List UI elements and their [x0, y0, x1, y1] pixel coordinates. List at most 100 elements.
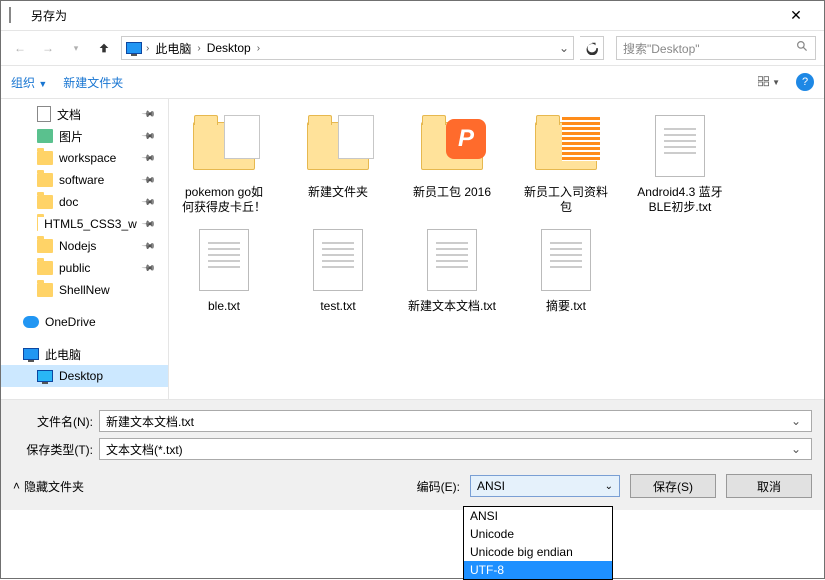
pin-icon: 📌: [141, 150, 157, 166]
file-item[interactable]: pokemon go如何获得皮卡丘！: [179, 111, 269, 215]
chevron-right-icon[interactable]: ›: [197, 43, 200, 54]
folder-icon: [37, 173, 53, 187]
encoding-option[interactable]: UTF-8: [464, 561, 612, 579]
view-icon[interactable]: ▼: [758, 71, 780, 93]
sidebar-item[interactable]: 图片 📌: [1, 125, 168, 147]
file-label: Android4.3 蓝牙BLE初步.txt: [635, 185, 725, 215]
encoding-label: 编码(E):: [417, 478, 460, 495]
desktop-icon: [37, 370, 53, 382]
sidebar-item[interactable]: doc📌: [1, 191, 168, 213]
address-bar[interactable]: › 此电脑 › Desktop › ⌄: [121, 36, 574, 60]
search-icon: [796, 40, 809, 56]
file-label: test.txt: [320, 299, 355, 314]
filetype-select[interactable]: 文本文档(*.txt) ⌄: [99, 438, 812, 460]
encoding-option[interactable]: Unicode big endian: [464, 543, 612, 561]
sidebar-desktop[interactable]: Desktop: [1, 365, 168, 387]
forward-icon: →: [37, 37, 59, 59]
encoding-select[interactable]: ANSI ⌄: [470, 475, 620, 497]
sidebar-item-label: HTML5_CSS3_w: [44, 217, 137, 231]
file-item[interactable]: 新员工包 2016: [407, 111, 497, 215]
file-label: ble.txt: [208, 299, 240, 314]
sidebar-item[interactable]: HTML5_CSS3_w📌: [1, 213, 168, 235]
pin-icon: 📌: [141, 128, 157, 144]
text-file-icon: [199, 229, 249, 291]
encoding-dropdown[interactable]: ANSIUnicodeUnicode big endianUTF-8: [463, 506, 613, 580]
file-pane[interactable]: pokemon go如何获得皮卡丘！ 新建文件夹 新员工包 2016 新员工入司资料包…: [169, 99, 824, 399]
back-icon[interactable]: ←: [9, 37, 31, 59]
folder-icon: [535, 122, 597, 170]
folder-icon: [307, 122, 369, 170]
sidebar-item[interactable]: workspace📌: [1, 147, 168, 169]
file-item[interactable]: Android4.3 蓝牙BLE初步.txt: [635, 111, 725, 215]
pin-icon: 📌: [141, 172, 157, 188]
file-label: 新建文件夹: [308, 185, 368, 200]
sidebar-item-label: 文档: [57, 106, 81, 123]
hide-folders-button[interactable]: ˄ 隐藏文件夹: [13, 478, 84, 495]
up-icon[interactable]: [93, 37, 115, 59]
titlebar: 另存为 ✕: [1, 1, 824, 31]
save-button[interactable]: 保存(S): [630, 474, 716, 498]
sidebar-this-pc[interactable]: 此电脑: [1, 343, 168, 365]
pin-icon: 📌: [141, 194, 157, 210]
file-label: 摘要.txt: [546, 299, 586, 314]
chevron-down-icon[interactable]: ⌄: [787, 414, 805, 428]
file-item[interactable]: 新建文本文档.txt: [407, 225, 497, 314]
cancel-button[interactable]: 取消: [726, 474, 812, 498]
sidebar-item-label: OneDrive: [45, 315, 96, 329]
sidebar-onedrive[interactable]: OneDrive: [1, 311, 168, 333]
new-folder-button[interactable]: 新建文件夹: [63, 74, 123, 91]
folder-icon: [37, 217, 38, 231]
toolbar: 组织 ▼ 新建文件夹 ▼ ?: [1, 65, 824, 99]
organize-button[interactable]: 组织 ▼: [11, 74, 47, 91]
close-icon[interactable]: ✕: [776, 7, 816, 24]
chevron-down-icon[interactable]: ⌄: [787, 442, 805, 456]
help-icon[interactable]: ?: [796, 73, 814, 91]
chevron-down-icon[interactable]: ⌄: [559, 41, 569, 55]
sidebar: 文档📌图片📌workspace📌software📌doc📌HTML5_CSS3_…: [1, 99, 169, 399]
footer: 文件名(N): 新建文本文档.txt ⌄ 保存类型(T): 文本文档(*.txt…: [1, 399, 824, 510]
file-item[interactable]: 新建文件夹: [293, 111, 383, 215]
folder-icon: [37, 239, 53, 253]
this-pc-icon: [23, 348, 39, 360]
sidebar-item-label: ShellNew: [59, 283, 110, 297]
text-file-icon: [427, 229, 477, 291]
recent-icon[interactable]: ▾: [65, 37, 87, 59]
sidebar-item[interactable]: ShellNew: [1, 279, 168, 301]
folder-icon: [37, 195, 53, 209]
sidebar-item[interactable]: software📌: [1, 169, 168, 191]
file-label: 新建文本文档.txt: [408, 299, 496, 314]
sidebar-item[interactable]: public📌: [1, 257, 168, 279]
sidebar-item-label: 图片: [59, 128, 83, 145]
breadcrumb-root[interactable]: 此电脑: [153, 40, 193, 57]
chevron-right-icon[interactable]: ›: [257, 43, 260, 54]
encoding-option[interactable]: Unicode: [464, 525, 612, 543]
filename-label: 文件名(N):: [13, 413, 93, 430]
file-label: 新员工包 2016: [413, 185, 491, 200]
filename-input[interactable]: 新建文本文档.txt ⌄: [99, 410, 812, 432]
file-item[interactable]: test.txt: [293, 225, 383, 314]
sidebar-item-label: Nodejs: [59, 239, 96, 253]
save-as-dialog: 另存为 ✕ ← → ▾ › 此电脑 › Desktop › ⌄ 搜索"Deskt…: [0, 0, 825, 579]
sidebar-item[interactable]: 文档📌: [1, 103, 168, 125]
window-title: 另存为: [31, 7, 776, 24]
search-input[interactable]: 搜索"Desktop": [616, 36, 816, 60]
filetype-label: 保存类型(T):: [13, 441, 93, 458]
file-label: 新员工入司资料包: [521, 185, 611, 215]
file-item[interactable]: ble.txt: [179, 225, 269, 314]
chevron-right-icon[interactable]: ›: [146, 43, 149, 54]
sidebar-item[interactable]: Nodejs📌: [1, 235, 168, 257]
folder-icon: [37, 261, 53, 275]
encoding-option[interactable]: ANSI: [464, 507, 612, 525]
folder-icon: [421, 122, 483, 170]
file-item[interactable]: 新员工入司资料包: [521, 111, 611, 215]
pin-icon: 📌: [141, 260, 157, 276]
breadcrumb-leaf[interactable]: Desktop: [205, 41, 253, 55]
file-item[interactable]: 摘要.txt: [521, 225, 611, 314]
sidebar-item-label: 此电脑: [45, 346, 81, 363]
refresh-button[interactable]: [580, 36, 604, 60]
folder-icon: [37, 283, 53, 297]
file-label: pokemon go如何获得皮卡丘！: [179, 185, 269, 215]
chevron-down-icon: ⌄: [605, 481, 613, 492]
folder-icon: [193, 122, 255, 170]
onedrive-icon: [23, 316, 39, 328]
